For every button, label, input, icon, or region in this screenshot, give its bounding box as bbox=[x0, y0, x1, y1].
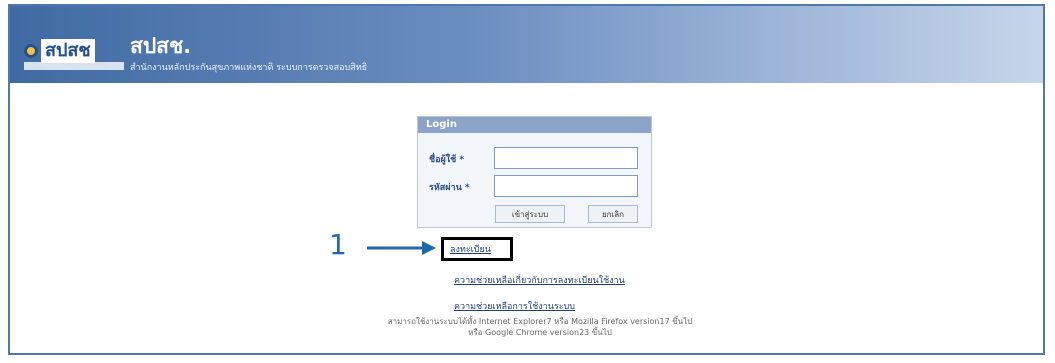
browser-note: สามารถใช้งานระบบได้ทั้ง Internet Explore… bbox=[335, 316, 745, 338]
annotation-arrow-icon bbox=[367, 241, 436, 255]
logo-mark-icon bbox=[24, 44, 38, 58]
logo-text: สปสช bbox=[41, 39, 95, 63]
login-header: Login bbox=[418, 117, 651, 133]
login-panel: Login ชื่อผู้ใช้ * รหัสผ่าน * เข้าสู่ระบ… bbox=[417, 116, 652, 228]
site-name: สปสช. bbox=[130, 34, 192, 58]
help-usage-link[interactable]: ความช่วยเหลือการใช้งานระบบ bbox=[454, 299, 625, 313]
password-input[interactable] bbox=[494, 175, 638, 197]
username-label: ชื่อผู้ใช้ * bbox=[429, 155, 465, 165]
browser-note-line2: หรือ Google Chrome version23 ขึ้นไป bbox=[468, 328, 612, 337]
help-register-link[interactable]: ความช่วยเหลือเกี่ยวกับการลงทะเบียนใช้งาน bbox=[454, 273, 625, 287]
password-label: รหัสผ่าน * bbox=[429, 183, 470, 193]
browser-note-line1: สามารถใช้งานระบบได้ทั้ง Internet Explore… bbox=[387, 317, 693, 326]
register-link[interactable]: ลงทะเบียน bbox=[441, 237, 513, 261]
header-banner: สปสช สปสช. สำนักงานหลักประกันสุขภาพแห่งช… bbox=[10, 6, 1043, 83]
site-subtitle: สำนักงานหลักประกันสุขภาพแห่งชาติ ระบบการ… bbox=[130, 63, 368, 73]
page-frame: สปสช สปสช. สำนักงานหลักประกันสุขภาพแห่งช… bbox=[8, 4, 1045, 355]
cancel-button[interactable]: ยกเลิก bbox=[588, 205, 638, 223]
password-row: รหัสผ่าน * bbox=[418, 172, 651, 200]
link-list: ลงทะเบียน ความช่วยเหลือเกี่ยวกับการลงทะเ… bbox=[441, 237, 625, 325]
annotation-number: 1 bbox=[329, 228, 347, 261]
username-row: ชื่อผู้ใช้ * bbox=[418, 144, 651, 172]
button-row: เข้าสู่ระบบ ยกเลิก bbox=[418, 202, 651, 226]
logo-subtext bbox=[24, 62, 124, 70]
username-input[interactable] bbox=[494, 147, 638, 169]
login-button[interactable]: เข้าสู่ระบบ bbox=[495, 205, 565, 223]
